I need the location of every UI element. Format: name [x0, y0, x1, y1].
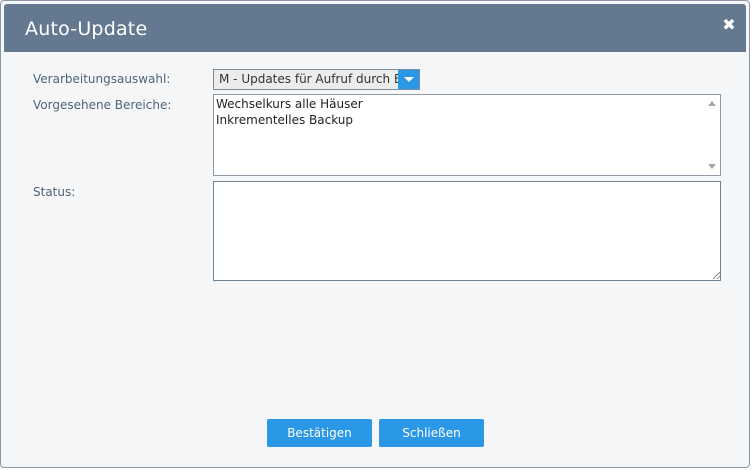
dialog-titlebar: Auto-Update ✖: [4, 4, 746, 52]
dialog-body: Verarbeitungsauswahl: M - Updates für Au…: [4, 52, 746, 464]
close-button[interactable]: Schließen: [379, 419, 484, 447]
status-label: Status:: [33, 185, 76, 199]
confirm-button[interactable]: Bestätigen: [267, 419, 372, 447]
areas-label: Vorgesehene Bereiche:: [33, 98, 172, 112]
processing-select-value: M - Updates für Aufruf durch Benutzer: [219, 72, 399, 86]
resize-grip-icon[interactable]: [713, 272, 720, 279]
processing-label: Verarbeitungsauswahl:: [33, 72, 171, 86]
list-item[interactable]: Inkrementelles Backup: [214, 112, 720, 128]
areas-listbox[interactable]: Wechselkurs alle Häuser Inkrementelles B…: [213, 94, 721, 176]
processing-select[interactable]: M - Updates für Aufruf durch Benutzer: [213, 69, 420, 90]
chevron-down-icon[interactable]: [398, 70, 419, 89]
auto-update-dialog: Auto-Update ✖ Verarbeitungsauswahl: M - …: [0, 0, 750, 468]
scroll-up-icon[interactable]: [708, 101, 716, 106]
list-item[interactable]: Wechselkurs alle Häuser: [214, 96, 720, 112]
close-icon[interactable]: ✖: [721, 17, 737, 33]
status-textarea[interactable]: [213, 181, 721, 281]
dialog-title: Auto-Update: [25, 18, 148, 40]
scroll-down-icon[interactable]: [708, 164, 716, 169]
